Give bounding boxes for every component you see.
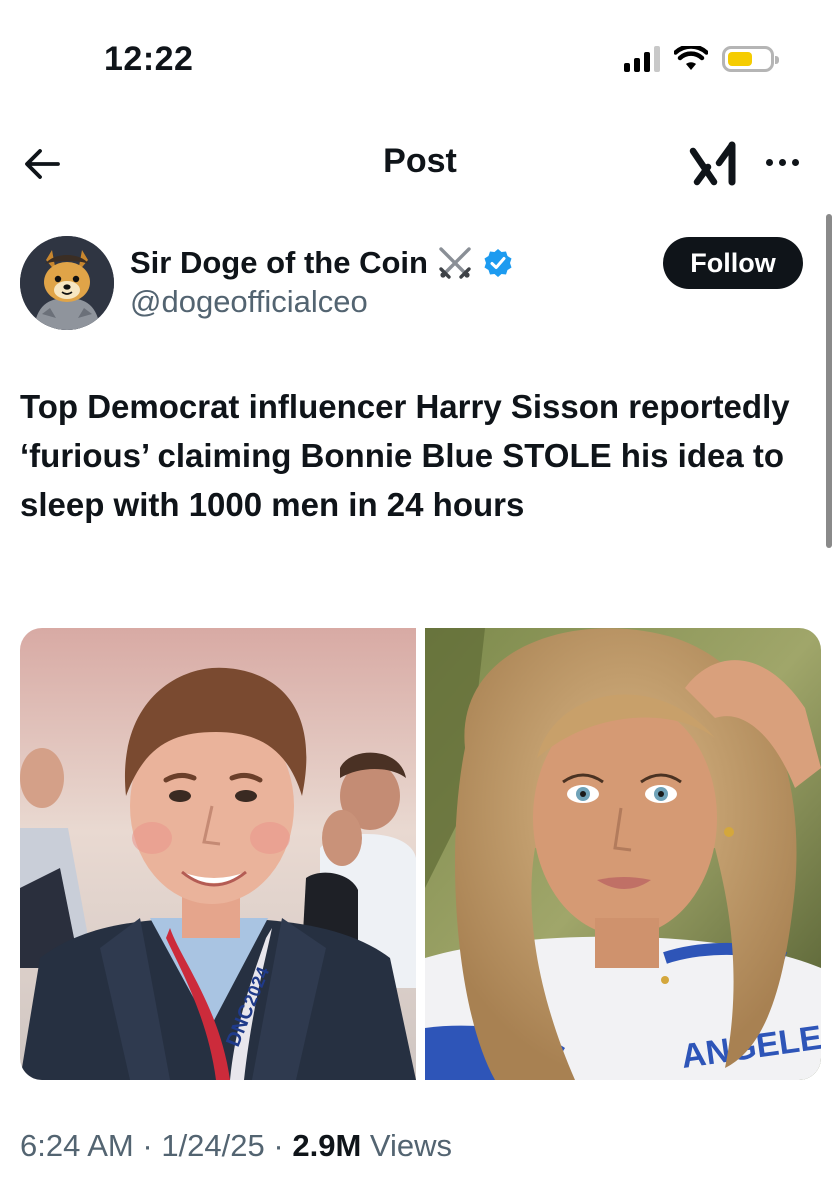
verified-badge-icon[interactable]	[482, 247, 514, 279]
more-icon	[765, 158, 773, 166]
status-time: 12:22	[104, 40, 194, 78]
grok-button[interactable]	[688, 136, 740, 188]
post-meta: 6:24 AM · 1/24/25 · 2.9M Views	[20, 1128, 452, 1164]
post-date: 1/24/25	[161, 1128, 265, 1163]
battery-fill	[728, 52, 752, 66]
post-time: 6:24 AM	[20, 1128, 134, 1163]
meta-separator: ·	[273, 1128, 284, 1163]
grok-icon	[689, 141, 736, 186]
author-name-row: Sir Doge of the Coin	[130, 244, 514, 282]
photo-woman-portrait: ANGELES	[425, 628, 821, 1080]
scrollbar[interactable]	[826, 214, 832, 548]
author-name[interactable]: Sir Doge of the Coin	[130, 245, 428, 281]
photo-man-at-event: DNC 2024	[20, 628, 416, 1080]
tweet-text: Top Democrat influencer Harry Sisson rep…	[20, 388, 790, 523]
status-icons	[624, 46, 779, 72]
follow-button[interactable]: Follow	[663, 237, 803, 289]
views-count[interactable]: 2.9M	[292, 1128, 361, 1163]
wifi-icon	[674, 46, 708, 70]
meta-separator: ·	[142, 1128, 153, 1163]
signal-icon	[624, 46, 660, 72]
post-header: Post	[0, 128, 840, 198]
battery-icon	[722, 46, 779, 72]
author-handle[interactable]: @dogeofficialceo	[130, 284, 368, 320]
tweet-image-right[interactable]: ANGELES	[425, 628, 821, 1080]
doge-avatar-image	[20, 236, 114, 330]
views-label[interactable]: Views	[370, 1128, 452, 1163]
tweet-image-left[interactable]: DNC 2024	[20, 628, 416, 1080]
crossed-swords-icon	[439, 247, 471, 279]
avatar[interactable]	[20, 236, 114, 330]
more-options-button[interactable]	[758, 142, 806, 182]
